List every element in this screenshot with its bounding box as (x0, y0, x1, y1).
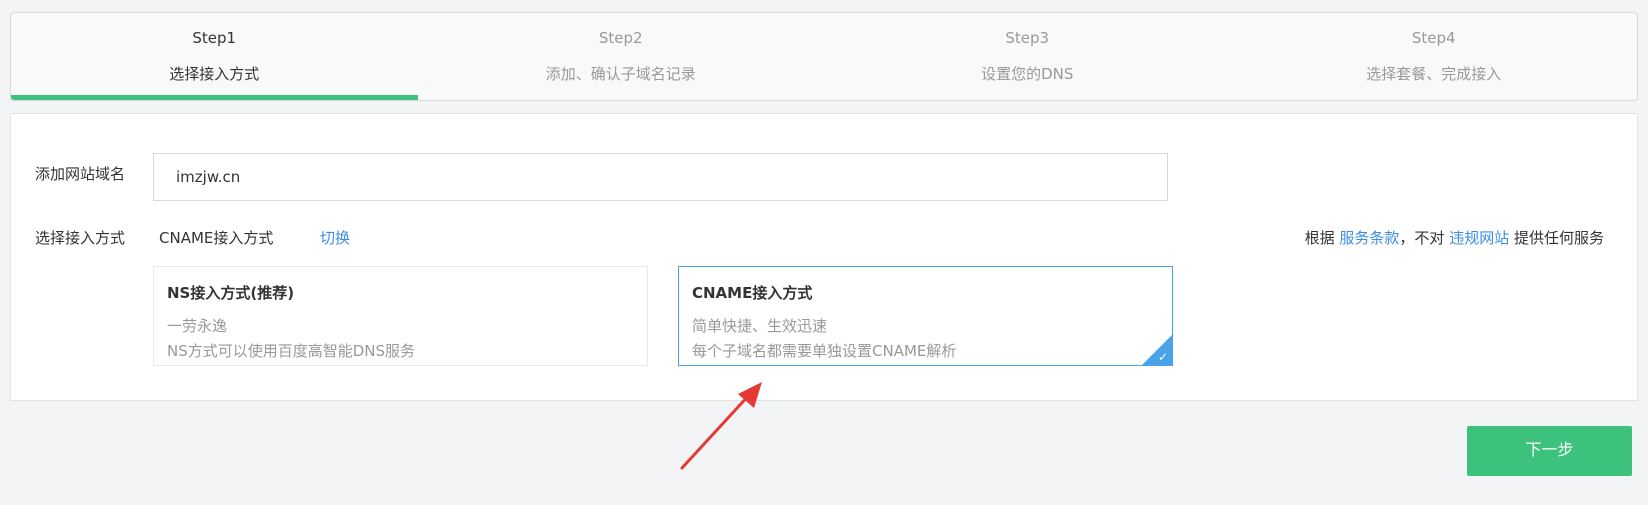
terms-suffix: 提供任何服务 (1513, 229, 1604, 247)
step-2: Step2 添加、确认子域名记录 (418, 13, 825, 100)
service-terms-link[interactable]: 服务条款 (1339, 229, 1399, 247)
terms-middle: ，不对 (1399, 229, 1445, 247)
option-description: NS方式可以使用百度高智能DNS服务 (167, 342, 416, 360)
switch-method-link[interactable]: 切换 (320, 227, 350, 248)
step-label: 添加、确认子域名记录 (545, 65, 696, 83)
domain-input[interactable]: imzjw.cn (153, 153, 1168, 201)
annotation-arrow-icon (680, 382, 762, 470)
terms-prefix: 根据 (1304, 229, 1335, 247)
next-step-button[interactable]: 下一步 (1467, 426, 1632, 476)
step-number: Step2 (598, 29, 643, 47)
step-progress-bar (1231, 95, 1638, 100)
current-method-value: CNAME接入方式 (159, 229, 274, 247)
step-4: Step4 选择套餐、完成接入 (1231, 13, 1638, 100)
illegal-sites-link[interactable]: 违规网站 (1449, 229, 1509, 247)
method-label: 选择接入方式 (35, 229, 126, 247)
terms-notice: 根据 服务条款，不对 违规网站 提供任何服务 (1305, 227, 1604, 248)
step-3: Step3 设置您的DNS (824, 13, 1231, 100)
step-label: 选择接入方式 (169, 65, 260, 83)
step-progress-bar (11, 95, 418, 100)
option-description: 简单快捷、生效迅速 (692, 317, 828, 335)
step-progress-bar (418, 95, 825, 100)
step-1: Step1 选择接入方式 (11, 13, 418, 100)
domain-label: 添加网站域名 (35, 165, 126, 183)
access-form-panel: 添加网站域名 imzjw.cn 选择接入方式 CNAME接入方式 切换 根据 服… (10, 113, 1638, 401)
cname-option-card[interactable]: CNAME接入方式 简单快捷、生效迅速 每个子域名都需要单独设置CNAME解析 … (678, 266, 1173, 366)
steps-bar: Step1 选择接入方式 Step2 添加、确认子域名记录 Step3 设置您的… (10, 12, 1638, 101)
step-progress-bar (824, 95, 1231, 100)
ns-option-card[interactable]: NS接入方式(推荐) 一劳永逸 NS方式可以使用百度高智能DNS服务 (153, 266, 648, 366)
step-label: 选择套餐、完成接入 (1366, 65, 1502, 83)
step-number: Step3 (1005, 29, 1050, 47)
option-title: CNAME接入方式 (692, 284, 813, 302)
option-description: 每个子域名都需要单独设置CNAME解析 (692, 342, 957, 360)
step-number: Step1 (192, 29, 237, 47)
option-description: 一劳永逸 (167, 317, 228, 335)
option-title: NS接入方式(推荐) (167, 284, 295, 302)
step-label: 设置您的DNS (981, 65, 1074, 83)
step-number: Step4 (1411, 29, 1456, 47)
checkmark-icon: ✓ (1157, 350, 1168, 364)
